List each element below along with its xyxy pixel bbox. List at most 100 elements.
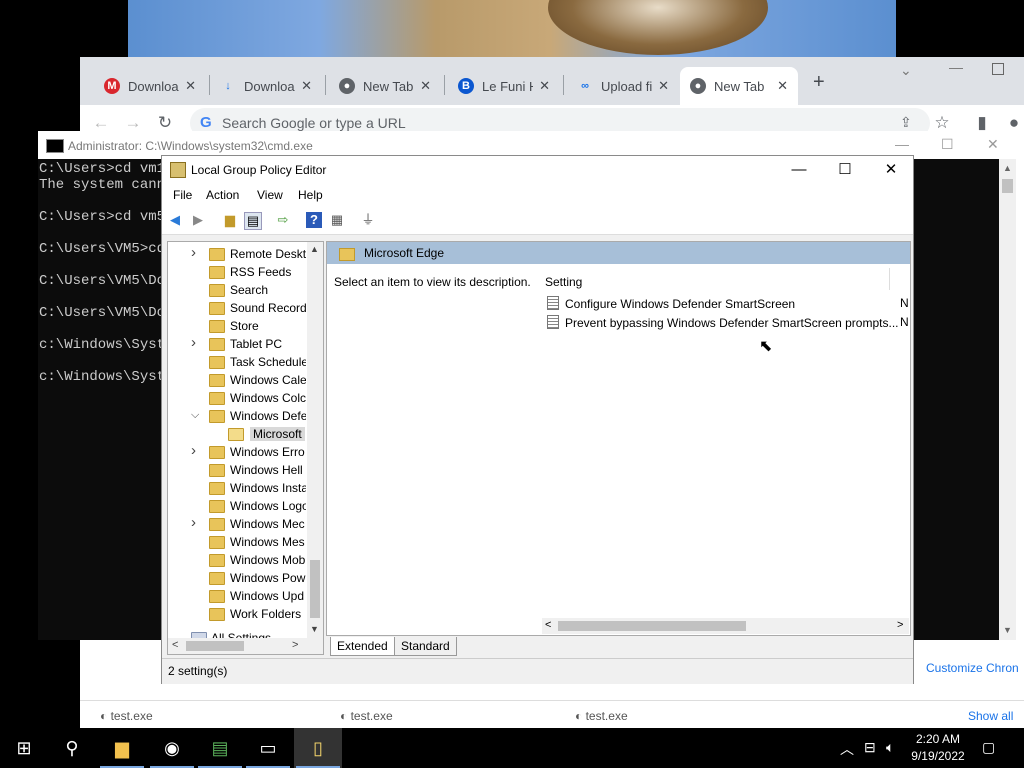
- column-header-setting[interactable]: Setting: [545, 275, 582, 289]
- chrome-tab[interactable]: ● New Tab ✕: [680, 67, 798, 105]
- minimize-button[interactable]: —: [776, 159, 822, 181]
- close-tab-icon[interactable]: ✕: [301, 78, 312, 94]
- folder-icon: [209, 320, 225, 333]
- share-icon[interactable]: ⇪: [900, 114, 912, 131]
- tree-item[interactable]: Windows Hell: [168, 461, 306, 479]
- close-tab-icon[interactable]: ✕: [420, 78, 431, 94]
- tree-item[interactable]: Search: [168, 281, 306, 299]
- chrome-icon[interactable]: ◉: [148, 728, 196, 768]
- folder-icon: [209, 590, 225, 603]
- download-item[interactable]: ◐ test.exe: [100, 709, 153, 723]
- tree-item[interactable]: Task Schedule: [168, 353, 306, 371]
- back-icon[interactable]: ◀: [167, 212, 183, 228]
- tree-item[interactable]: Windows Upd: [168, 587, 306, 605]
- chrome-tab[interactable]: ↓ Download ✕: [210, 67, 322, 105]
- folder-icon: [209, 356, 225, 369]
- tree-item[interactable]: Windows Mob: [168, 551, 306, 569]
- chevron-right-icon[interactable]: ›: [191, 515, 196, 531]
- new-tab-button[interactable]: +: [813, 71, 825, 94]
- chrome-tab[interactable]: ∞ Upload fil ✕: [567, 67, 679, 105]
- menu-help[interactable]: Help: [298, 188, 323, 202]
- cmd-scrollbar[interactable]: ▲ ▼: [999, 159, 1016, 640]
- help-icon[interactable]: ?: [306, 212, 322, 228]
- menu-view[interactable]: View: [257, 188, 283, 202]
- windows-start-icon[interactable]: ⊞: [0, 728, 48, 768]
- tab-extended[interactable]: Extended: [330, 637, 395, 656]
- filter-icon[interactable]: ⏚: [360, 212, 376, 228]
- up-folder-icon[interactable]: ▆: [222, 212, 238, 228]
- b-icon: B: [458, 78, 474, 94]
- tree-item[interactable]: Windows Insta: [168, 479, 306, 497]
- tree-vertical-scrollbar[interactable]: ▲ ▼: [307, 242, 323, 638]
- close-tab-icon[interactable]: ✕: [658, 78, 669, 94]
- tree-item[interactable]: Windows Colc: [168, 389, 306, 407]
- chevron-down-icon[interactable]: ⌵: [191, 409, 199, 422]
- tree-item[interactable]: › Windows Erro: [168, 443, 306, 461]
- chrome-tab[interactable]: B Le Funi H ✕: [448, 67, 560, 105]
- folder-icon: [209, 266, 225, 279]
- tree-item[interactable]: Windows Mes: [168, 533, 306, 551]
- tree-item[interactable]: ⌵ Windows Defe: [168, 407, 306, 425]
- cmd-icon[interactable]: ▭: [244, 728, 292, 768]
- chevron-right-icon[interactable]: ›: [191, 443, 196, 459]
- folder-icon: [209, 500, 225, 513]
- system-clock[interactable]: 2:20 AM 9/19/2022: [904, 731, 972, 765]
- chrome-tab-label: Le Funi H: [482, 78, 534, 94]
- maximize-icon[interactable]: ☐: [941, 136, 954, 153]
- tree-item[interactable]: Windows Logo: [168, 497, 306, 515]
- download-item[interactable]: ◐ test.exe: [340, 709, 393, 723]
- menu-bar: File Action View Help: [162, 184, 913, 206]
- properties-icon[interactable]: ▦: [329, 212, 345, 228]
- volume-icon[interactable]: 🔈︎: [886, 739, 894, 756]
- close-tab-icon[interactable]: ✕: [539, 78, 550, 94]
- tree-item[interactable]: › Windows Mec: [168, 515, 306, 533]
- setting-row[interactable]: Prevent bypassing Windows Defender Smart…: [547, 315, 898, 330]
- show-hide-tree-icon[interactable]: ▤: [244, 212, 262, 230]
- tree-item[interactable]: Work Folders: [168, 605, 306, 623]
- tree-item[interactable]: › Tablet PC: [168, 335, 306, 353]
- setting-row[interactable]: Configure Windows Defender SmartScreen: [547, 296, 795, 311]
- folder-icon: [209, 302, 225, 315]
- tab-search-icon[interactable]: ⌄: [900, 62, 912, 79]
- customize-chrome-link[interactable]: Customize Chron: [926, 661, 1019, 675]
- network-icon[interactable]: ⊟: [864, 739, 876, 756]
- notepad-icon[interactable]: ▯: [294, 728, 342, 768]
- tree-item[interactable]: Windows Cale: [168, 371, 306, 389]
- minimize-icon[interactable]: —: [895, 136, 909, 152]
- chevron-right-icon[interactable]: ›: [191, 335, 196, 351]
- tree-item[interactable]: Windows Pow: [168, 569, 306, 587]
- menu-file[interactable]: File: [173, 188, 192, 202]
- chrome-tab[interactable]: M Download ✕: [94, 67, 206, 105]
- close-button[interactable]: ✕: [868, 159, 914, 181]
- tree-item[interactable]: Microsoft: [168, 425, 306, 443]
- maximize-icon[interactable]: [992, 63, 1004, 75]
- tab-standard[interactable]: Standard: [394, 637, 457, 656]
- file-explorer-icon[interactable]: ▆: [98, 728, 146, 768]
- chrome-tab[interactable]: ● New Tab ✕: [329, 67, 441, 105]
- gpedit-title-bar[interactable]: Local Group Policy Editor — ☐ ✕: [162, 156, 913, 184]
- chevron-up-icon[interactable]: ︿: [840, 739, 854, 759]
- export-list-icon[interactable]: ⇨: [275, 212, 291, 228]
- forward-icon[interactable]: ▶: [190, 212, 206, 228]
- console-output[interactable]: C:\Users>cd vm1 The system canno C:\Users>…: [39, 161, 173, 385]
- close-icon[interactable]: ✕: [987, 136, 999, 153]
- gpedit-icon[interactable]: ▤: [196, 728, 244, 768]
- search-icon[interactable]: ⚲: [48, 728, 96, 768]
- tree-item[interactable]: › Remote Deskt: [168, 245, 306, 263]
- tree-item[interactable]: RSS Feeds: [168, 263, 306, 281]
- details-horizontal-scrollbar[interactable]: < >: [542, 618, 909, 634]
- download-item[interactable]: ◐ test.exe: [575, 709, 628, 723]
- tree-pane[interactable]: › Remote Deskt RSS Feeds Search Sound Record…: [167, 241, 324, 655]
- minimize-icon[interactable]: —: [949, 59, 963, 75]
- tree-horizontal-scrollbar[interactable]: < >: [168, 638, 323, 654]
- tree-item[interactable]: Sound Record: [168, 299, 306, 317]
- tree-item-label: Store: [230, 319, 259, 333]
- chevron-right-icon[interactable]: ›: [191, 245, 196, 261]
- close-tab-icon[interactable]: ✕: [777, 78, 788, 94]
- notification-icon[interactable]: ▢: [982, 739, 995, 756]
- show-all-link[interactable]: Show all: [968, 709, 1013, 723]
- tree-item[interactable]: Store: [168, 317, 306, 335]
- maximize-button[interactable]: ☐: [822, 159, 868, 181]
- menu-action[interactable]: Action: [206, 188, 239, 202]
- close-tab-icon[interactable]: ✕: [185, 78, 196, 94]
